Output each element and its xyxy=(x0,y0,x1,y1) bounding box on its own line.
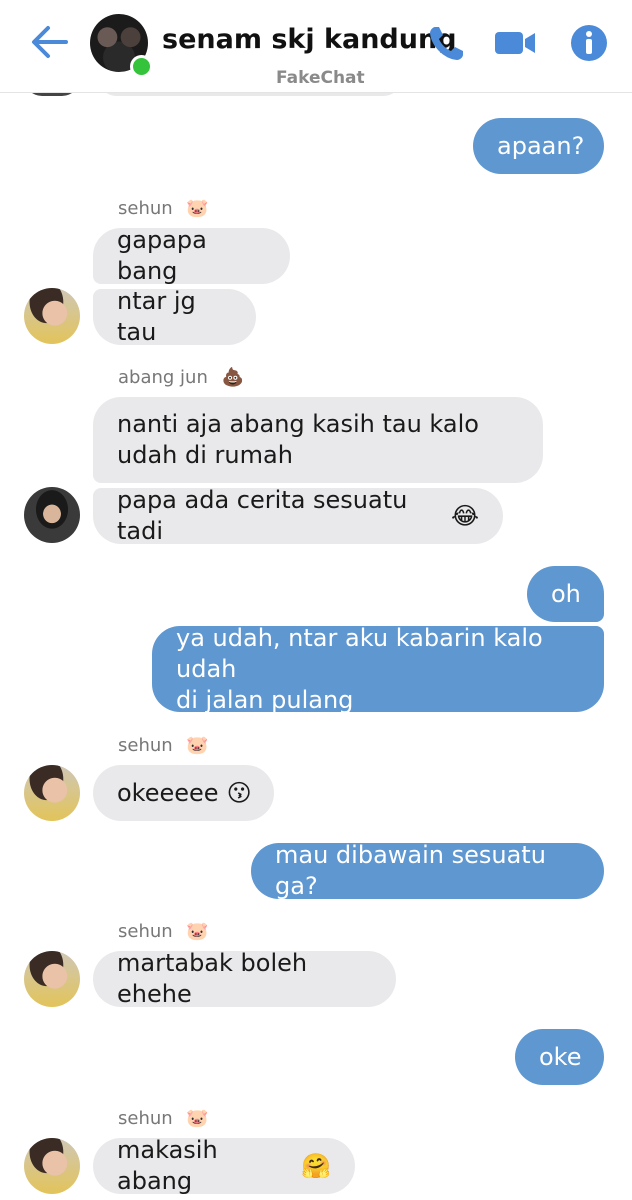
message-text: nanti aja abang kasih tau kalo udah di r… xyxy=(117,410,479,469)
incoming-message[interactable]: martabak boleh ehehe xyxy=(93,949,396,1008)
message-text: gapapa bang xyxy=(117,226,207,285)
back-arrow-icon xyxy=(32,26,68,58)
laughing-emoji-icon: 😂 xyxy=(450,501,479,530)
pig-icon: 🐷 xyxy=(186,198,209,219)
kissing-emoji-icon: 😗 xyxy=(226,778,252,807)
sender-label: abang jun 💩 xyxy=(118,367,245,388)
message-text: papa ada cerita sesuatu tadi xyxy=(117,486,408,545)
video-camera-icon xyxy=(495,32,535,54)
message-text: ya udah, ntar aku kabarin kalo udah di j… xyxy=(176,623,543,714)
chat-header: senam skj kandung FakeChat xyxy=(0,0,632,93)
avatar[interactable] xyxy=(24,288,80,344)
incoming-message[interactable]: ntar jg tau xyxy=(93,287,256,346)
incoming-message[interactable]: nanti aja abang kasih tau kalo udah di r… xyxy=(93,397,543,483)
avatar[interactable] xyxy=(24,951,80,1007)
incoming-message[interactable]: makasih abang 🤗 xyxy=(93,1136,355,1195)
message-text: mau dibawain sesuatu ga? xyxy=(275,841,546,900)
outgoing-message[interactable]: mau dibawain sesuatu ga? xyxy=(251,841,604,900)
video-call-button[interactable] xyxy=(493,22,535,64)
message-text: makasih abang xyxy=(117,1136,218,1195)
chat-subtitle: FakeChat xyxy=(276,68,365,88)
sender-label: sehun 🐷 xyxy=(118,735,209,756)
pig-icon: 🐷 xyxy=(186,921,209,942)
back-button[interactable] xyxy=(28,22,72,62)
message-text: oke xyxy=(539,1042,582,1071)
info-icon xyxy=(571,25,607,61)
online-status-badge xyxy=(130,55,153,78)
avatar[interactable] xyxy=(24,1138,80,1194)
call-button[interactable] xyxy=(426,22,468,64)
sender-label: sehun 🐷 xyxy=(118,198,209,219)
avatar[interactable] xyxy=(24,487,80,543)
poop-icon: 💩 xyxy=(221,367,245,388)
incoming-message[interactable]: okeeeee 😗 xyxy=(93,765,274,821)
message-text: ntar jg tau xyxy=(117,287,196,346)
info-button[interactable] xyxy=(568,22,610,64)
incoming-message[interactable]: gapapa bang xyxy=(93,226,290,285)
pig-icon: 🐷 xyxy=(186,1108,209,1129)
incoming-message[interactable]: papa ada cerita sesuatu tadi 😂 xyxy=(93,486,503,545)
sender-label: sehun 🐷 xyxy=(118,1108,209,1129)
message-text: martabak boleh ehehe xyxy=(117,949,308,1008)
chat-title[interactable]: senam skj kandung xyxy=(162,24,457,55)
hugging-emoji-icon: 🤗 xyxy=(301,1151,331,1180)
avatar[interactable] xyxy=(24,765,80,821)
message-text: okeeeee xyxy=(117,778,219,807)
outgoing-message[interactable]: ya udah, ntar aku kabarin kalo udah di j… xyxy=(152,624,604,714)
message-text: apaan? xyxy=(497,131,585,160)
message-list[interactable]: apaan? sehun 🐷 gapapa bang ntar jg tau a… xyxy=(0,0,632,1200)
phone-icon xyxy=(430,27,463,60)
sender-label: sehun 🐷 xyxy=(118,921,209,942)
message-text: oh xyxy=(551,579,581,608)
outgoing-message[interactable]: oh xyxy=(527,566,604,622)
pig-icon: 🐷 xyxy=(186,735,209,756)
outgoing-message[interactable]: oke xyxy=(515,1029,604,1085)
outgoing-message[interactable]: apaan? xyxy=(473,118,604,174)
